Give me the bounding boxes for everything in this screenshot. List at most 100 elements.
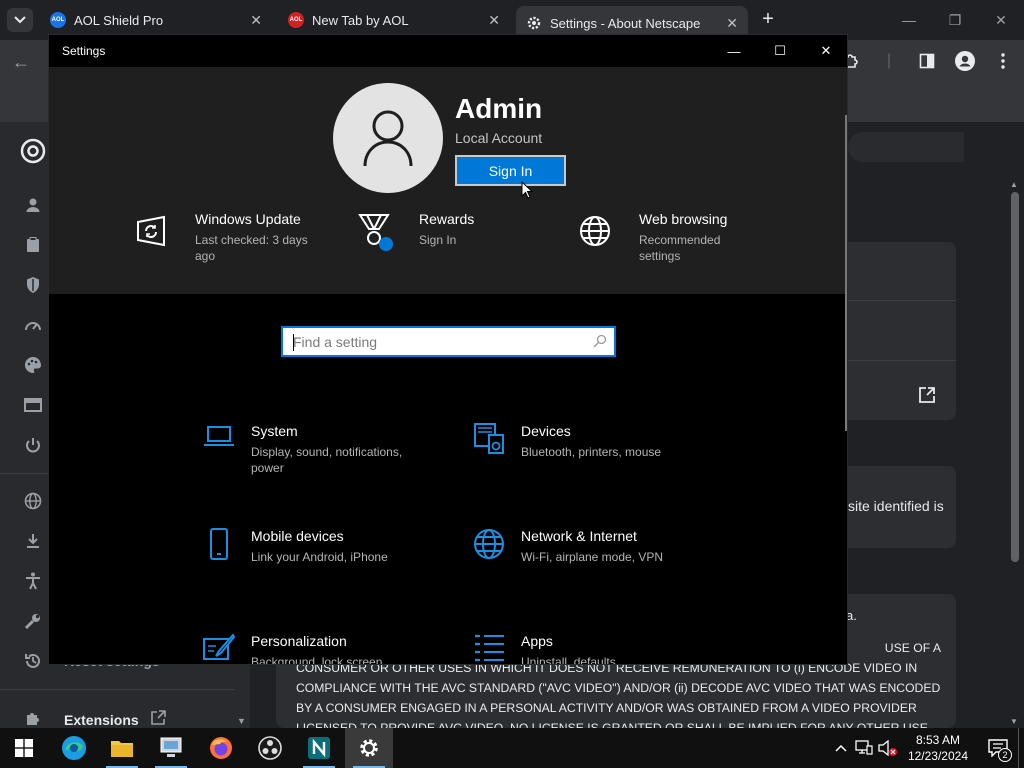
minimize-button[interactable]: — <box>711 35 757 67</box>
quick-link-title: Rewards <box>419 211 475 227</box>
new-tab-button[interactable]: + <box>758 9 778 29</box>
reset-history-icon[interactable] <box>22 650 44 672</box>
tab-close-icon[interactable]: ✕ <box>488 12 500 29</box>
tab-close-icon[interactable]: ✕ <box>250 12 262 29</box>
globe-icon <box>575 211 615 251</box>
chevron-down-icon <box>14 16 26 24</box>
settings-window-controls: — ☐ ✕ <box>711 35 847 67</box>
shield-icon[interactable] <box>22 274 44 296</box>
category-personalization[interactable]: Personalization Background, lock screen,… <box>201 633 421 665</box>
wrench-icon[interactable] <box>22 610 44 632</box>
settings-titlebar[interactable]: Settings — ☐ ✕ <box>49 35 847 67</box>
category-subtitle: Bluetooth, printers, mouse <box>521 445 662 459</box>
chevron-up-icon[interactable] <box>830 744 852 752</box>
clock[interactable]: 8:53 AM 12/23/2024 <box>908 732 968 764</box>
close-button[interactable]: ✕ <box>803 35 847 67</box>
tab-new-tab-aol[interactable]: AOL New Tab by AOL ✕ <box>278 6 510 34</box>
browser-window-icon[interactable] <box>22 394 44 416</box>
profile-icon[interactable] <box>954 50 976 72</box>
mouse-cursor-icon <box>521 181 533 199</box>
category-devices[interactable]: Devices Bluetooth, printers, mouse <box>471 423 691 460</box>
netscape-icon <box>308 737 330 759</box>
action-center-button[interactable]: 2 <box>978 728 1018 768</box>
network-icon[interactable] <box>852 740 876 756</box>
scroll-down-arrow-icon[interactable]: ▼ <box>1010 717 1018 726</box>
speedometer-icon[interactable] <box>22 314 44 336</box>
category-network-internet[interactable]: Network & Internet Wi-Fi, airplane mode,… <box>471 528 691 565</box>
tab-title: AOL Shield Pro <box>74 12 164 28</box>
taskbar-file-explorer[interactable] <box>98 728 146 768</box>
scrollbar-thumb[interactable] <box>845 115 847 431</box>
avatar[interactable] <box>333 83 443 193</box>
menu-kebab-icon[interactable] <box>992 50 1014 72</box>
search-icon[interactable] <box>593 334 607 353</box>
category-title: System <box>251 423 298 439</box>
devices-icon <box>471 423 507 459</box>
sign-in-button[interactable]: Sign In <box>455 155 566 186</box>
toolbar-icons: | <box>840 50 1014 72</box>
side-panel-icon[interactable] <box>916 50 938 72</box>
minimize-button[interactable]: — <box>886 0 932 40</box>
gear-icon <box>360 739 378 757</box>
close-button[interactable]: ✕ <box>978 0 1024 40</box>
open-in-new-icon[interactable] <box>918 386 936 409</box>
find-setting-input[interactable]: Find a setting <box>281 326 616 357</box>
person-icon[interactable] <box>22 194 44 216</box>
taskbar-edge[interactable] <box>50 728 98 768</box>
category-title: Personalization <box>251 633 347 649</box>
taskbar-settings[interactable] <box>345 728 393 768</box>
desktop: AOL AOL Shield Pro ✕ AOL New Tab by AOL … <box>0 0 1024 768</box>
languages-globe-icon[interactable] <box>22 490 44 512</box>
quick-link-title: Windows Update <box>195 211 301 227</box>
category-system[interactable]: System Display, sound, notifications, po… <box>201 423 421 476</box>
personalization-icon <box>201 633 237 664</box>
power-icon[interactable] <box>22 434 44 456</box>
sidebar-item-extensions[interactable]: Extensions <box>64 712 139 728</box>
maximize-button[interactable]: ☐ <box>757 35 803 67</box>
aol-shield-icon: AOL <box>50 12 66 28</box>
category-subtitle: Wi-Fi, airplane mode, VPN <box>521 550 664 564</box>
clock-time: 8:53 AM <box>915 733 960 747</box>
quick-link-title: Web browsing <box>639 211 728 227</box>
tab-search-button[interactable] <box>7 8 33 32</box>
search-placeholder: Find a setting <box>293 334 378 350</box>
page-scrollbar[interactable]: ▲ ▼ <box>1008 180 1022 728</box>
taskbar-obs[interactable] <box>246 728 294 768</box>
aol-icon: AOL <box>288 12 304 28</box>
accessibility-icon[interactable] <box>22 570 44 592</box>
settings-scrollbar[interactable] <box>843 67 847 664</box>
volume-muted-icon[interactable] <box>876 740 900 756</box>
tab-close-icon[interactable]: ✕ <box>726 15 738 32</box>
show-desktop-button[interactable] <box>1018 728 1024 768</box>
palette-icon[interactable] <box>22 354 44 376</box>
scroll-up-arrow-icon[interactable]: ▲ <box>1010 180 1018 189</box>
computer-icon <box>160 737 182 757</box>
quick-link-windows-update[interactable]: Windows Update Last checked: 3 days ago <box>131 211 315 264</box>
tab-aol-shield[interactable]: AOL AOL Shield Pro ✕ <box>40 6 272 34</box>
start-button[interactable] <box>0 728 48 768</box>
category-title: Devices <box>521 423 571 439</box>
taskbar-firefox[interactable] <box>197 728 245 768</box>
clipboard-icon[interactable] <box>22 234 44 256</box>
quick-link-rewards[interactable]: Rewards Sign In <box>355 211 519 251</box>
taskbar-app[interactable] <box>147 728 195 768</box>
category-mobile-devices[interactable]: Mobile devices Link your Android, iPhone <box>201 528 421 565</box>
folder-icon <box>111 741 133 757</box>
category-subtitle: Link your Android, iPhone <box>251 550 388 564</box>
taskbar-netscape[interactable] <box>295 728 343 768</box>
quick-link-subtitle: Sign In <box>419 233 457 247</box>
restore-button[interactable]: ❐ <box>932 0 978 40</box>
obs-icon <box>258 736 282 760</box>
extensions-puzzle-icon[interactable] <box>22 708 44 730</box>
category-subtitle: Background, lock screen, colors <box>251 655 386 665</box>
scroll-down-arrow-icon[interactable]: ▼ <box>237 716 246 726</box>
quick-link-subtitle: Recommended settings <box>639 233 721 263</box>
scrollbar-thumb[interactable] <box>1011 192 1019 562</box>
category-title: Apps <box>521 633 553 649</box>
quick-link-web-browsing[interactable]: Web browsing Recommended settings <box>575 211 749 264</box>
taskbar: 8:53 AM 12/23/2024 2 <box>0 728 1024 768</box>
settings-search-bar[interactable] <box>848 132 964 162</box>
category-apps[interactable]: Apps Uninstall, defaults <box>471 633 691 664</box>
back-arrow-icon[interactable]: ← <box>12 52 30 73</box>
download-icon[interactable] <box>22 530 44 552</box>
